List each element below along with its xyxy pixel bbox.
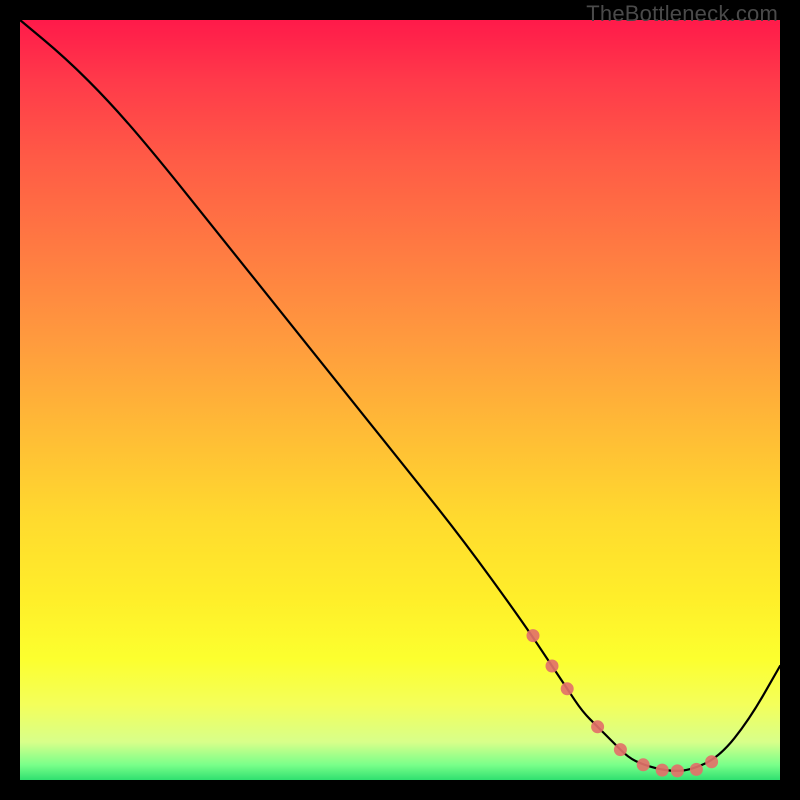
curve-svg xyxy=(20,20,780,780)
marker-point xyxy=(614,743,627,756)
marker-point xyxy=(546,660,559,673)
plot-area xyxy=(20,20,780,780)
watermark-text: TheBottleneck.com xyxy=(586,1,778,27)
marker-point xyxy=(690,763,703,776)
bottleneck-curve xyxy=(20,20,780,771)
marker-point xyxy=(637,758,650,771)
marker-point xyxy=(705,755,718,768)
marker-point xyxy=(671,764,684,777)
marker-point xyxy=(656,764,669,777)
marker-point xyxy=(527,629,540,642)
marker-point xyxy=(561,682,574,695)
marker-point xyxy=(591,720,604,733)
curve-markers xyxy=(527,629,719,777)
chart-frame: TheBottleneck.com xyxy=(0,0,800,800)
